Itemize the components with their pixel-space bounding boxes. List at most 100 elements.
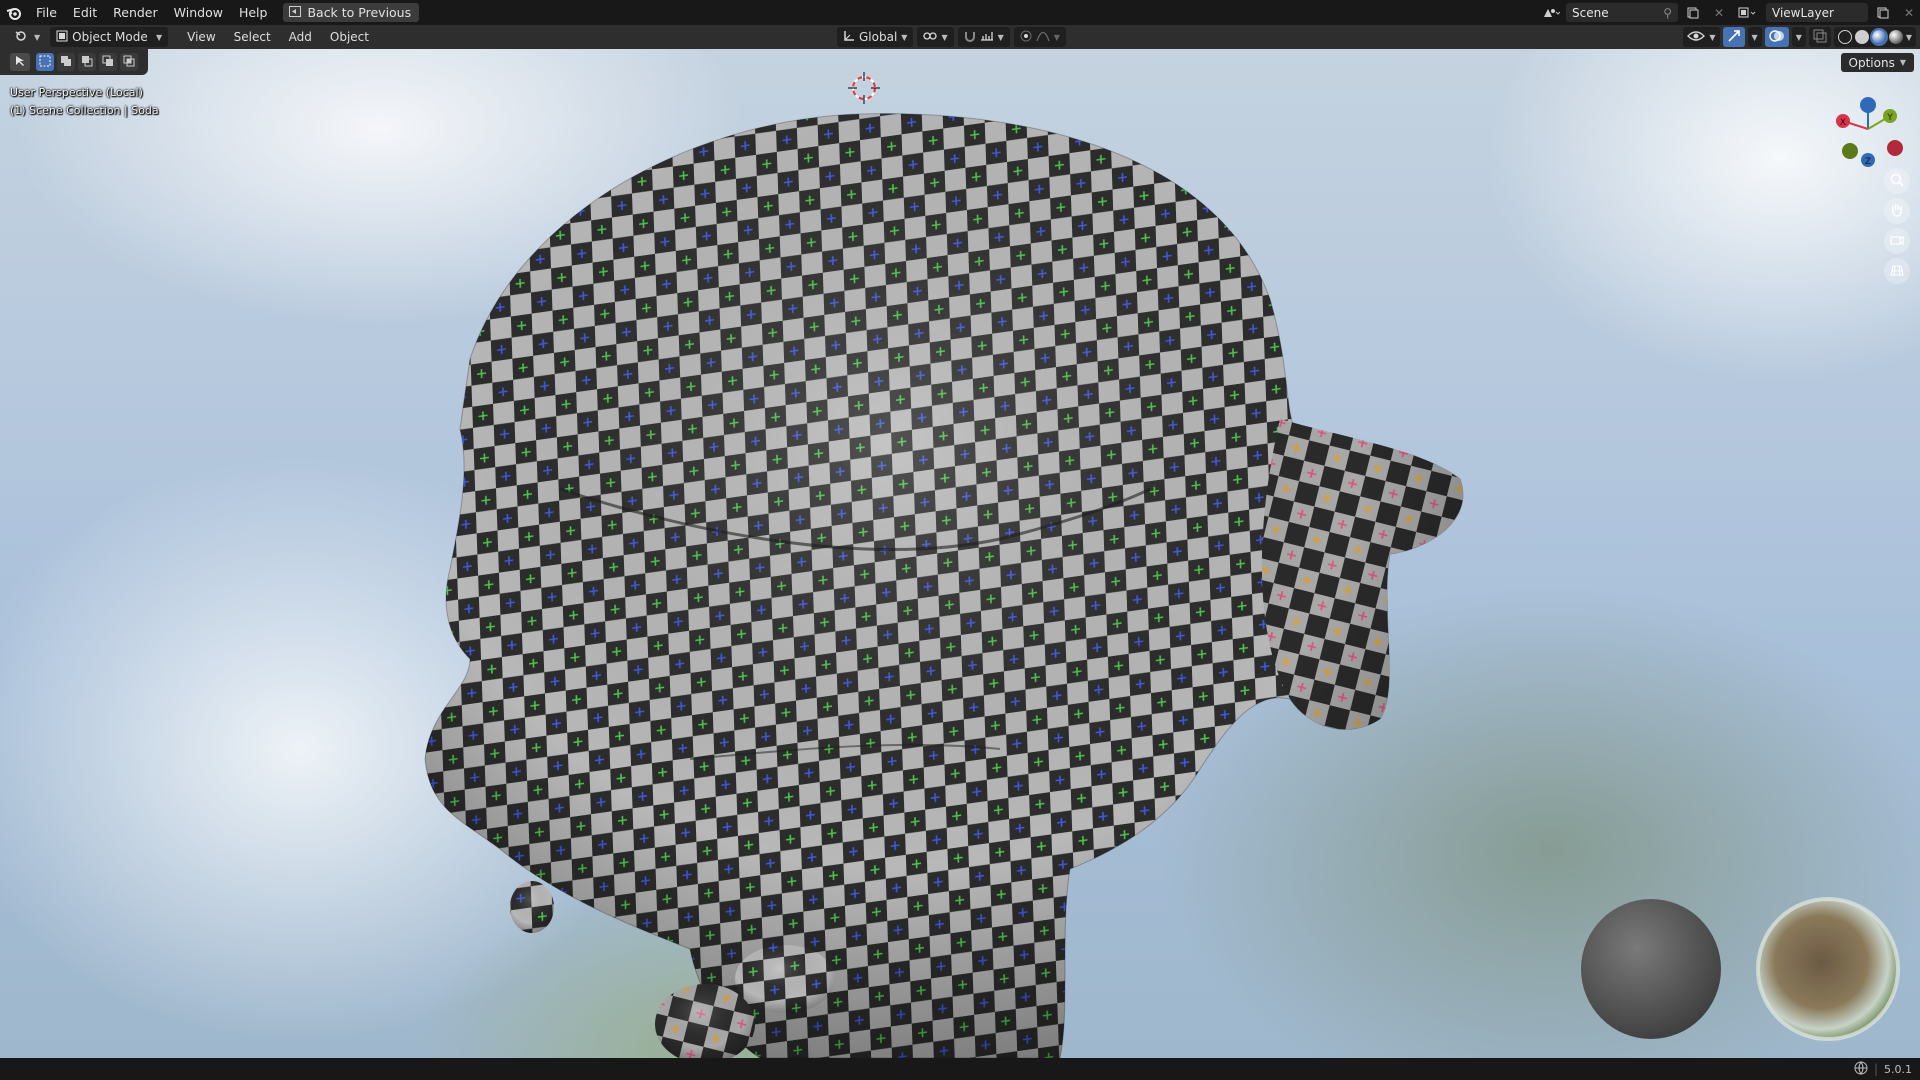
menu-object[interactable]: Object — [321, 30, 378, 44]
menu-render[interactable]: Render — [105, 0, 166, 25]
viewport-header: ▼ Object Mode ▼ View Select Add Object G… — [0, 25, 1920, 49]
screen-back-icon — [289, 5, 302, 20]
overlays-icon — [1768, 29, 1785, 46]
camera-view-button[interactable] — [1884, 228, 1910, 254]
top-right-controls: Scene ⚲ ✕ ViewLayer ✕ — [1540, 0, 1920, 25]
select-intersect-icon — [123, 55, 135, 70]
chevron-down-icon[interactable]: ▼ — [1906, 33, 1912, 42]
blender-logo-icon[interactable] — [0, 0, 28, 25]
select-new-button[interactable] — [36, 53, 54, 71]
perspective-toggle-button[interactable] — [1884, 258, 1910, 284]
center-header-tools: Global ▼ ▼ ▼ ▼ — [837, 27, 1066, 47]
scene-field[interactable]: Scene ⚲ — [1566, 3, 1678, 22]
gizmo-toggle-button[interactable] — [1722, 27, 1745, 47]
pivot-link-icon — [923, 30, 938, 45]
new-scene-icon[interactable] — [1682, 3, 1704, 22]
object-visibility-dropdown[interactable]: ▼ — [1683, 27, 1720, 47]
overlays-toggle-button[interactable] — [1764, 27, 1789, 47]
menu-add[interactable]: Add — [280, 30, 321, 44]
right-header-tools: ▼ ▼ ▼ ▼ — [1683, 27, 1916, 47]
options-label: Options — [1848, 55, 1895, 70]
falloff-curve-icon[interactable] — [1036, 30, 1050, 45]
delete-view-layer-icon[interactable]: ✕ — [1898, 3, 1920, 22]
delete-scene-icon[interactable]: ✕ — [1708, 3, 1730, 22]
menu-window[interactable]: Window — [166, 0, 231, 25]
selection-mode-buttons — [36, 53, 138, 71]
gizmo-z-negative[interactable] — [1860, 97, 1876, 113]
cursor-arrow-icon — [15, 55, 25, 70]
select-subtract-button[interactable] — [78, 53, 96, 71]
menu-select[interactable]: Select — [225, 30, 280, 44]
chevron-down-icon: ▼ — [1709, 32, 1716, 42]
menu-help[interactable]: Help — [231, 0, 276, 25]
scene-name: Scene — [1572, 5, 1609, 20]
shading-mode-buttons[interactable]: ▼ — [1833, 27, 1916, 47]
overlays-options-dropdown[interactable]: ▼ — [1791, 27, 1806, 47]
orientation-axes-icon — [843, 30, 855, 45]
view-layer-selector-icon[interactable] — [1734, 3, 1762, 22]
snap-magnet-icon[interactable] — [964, 30, 976, 45]
viewport-tool-header — [0, 49, 148, 75]
small-blob-object[interactable] — [510, 881, 554, 933]
editor-type-button[interactable]: ▼ — [8, 27, 46, 47]
chevron-down-icon: ▼ — [941, 32, 948, 42]
viewport-scene — [424, 72, 1900, 1058]
menu-view[interactable]: View — [178, 30, 224, 44]
gizmo-x-label: X — [1840, 118, 1846, 128]
wireframe-shading-icon[interactable] — [1837, 30, 1852, 44]
3d-viewport[interactable]: Y X Z — [0, 49, 1920, 1058]
back-to-previous-label: Back to Previous — [307, 5, 412, 20]
gizmo-y-negative[interactable] — [1842, 143, 1858, 159]
xray-toggle-button[interactable] — [1808, 27, 1831, 47]
view-layer-name: ViewLayer — [1772, 5, 1834, 20]
select-extend-button[interactable] — [57, 53, 75, 71]
zoom-button[interactable] — [1884, 168, 1910, 194]
back-to-previous-button[interactable]: Back to Previous — [283, 3, 420, 22]
transform-orientation-dropdown[interactable]: Global ▼ — [837, 27, 914, 47]
grid-icon — [1890, 263, 1904, 280]
select-subtract-icon — [81, 55, 93, 70]
pivot-point-dropdown[interactable]: ▼ — [917, 27, 954, 47]
pan-button[interactable] — [1884, 198, 1910, 224]
chevron-down-icon: ▼ — [34, 32, 41, 42]
checker-mesh-object[interactable] — [424, 113, 1464, 1058]
network-globe-icon[interactable] — [1854, 1061, 1868, 1078]
transform-orientation-label: Global — [859, 30, 898, 44]
camera-icon — [1890, 233, 1904, 250]
select-intersect-button[interactable] — [120, 53, 138, 71]
mode-dropdown[interactable]: Object Mode ▼ — [50, 27, 169, 47]
select-invert-icon — [102, 55, 114, 70]
status-bar: | 5.0.1 — [0, 1058, 1920, 1080]
select-invert-button[interactable] — [99, 53, 117, 71]
menu-edit[interactable]: Edit — [65, 0, 105, 25]
chevron-down-icon: ▼ — [1053, 32, 1060, 42]
material-preview-shading-icon[interactable] — [1869, 28, 1888, 46]
gizmo-options-dropdown[interactable]: ▼ — [1747, 27, 1762, 47]
gizmo-x-negative[interactable] — [1887, 140, 1903, 156]
new-view-layer-icon[interactable] — [1872, 3, 1894, 22]
proportional-editing-controls[interactable]: ▼ — [1013, 27, 1066, 47]
select-new-icon — [39, 55, 51, 70]
select-tool-button[interactable] — [10, 53, 30, 71]
object-mode-icon — [56, 30, 68, 45]
snapping-controls[interactable]: ▼ — [957, 27, 1010, 47]
status-divider: | — [1873, 1062, 1878, 1076]
mode-label: Object Mode — [72, 30, 148, 44]
3d-cursor-icon[interactable] — [848, 72, 880, 104]
editor-3d-view-icon — [14, 29, 30, 45]
select-extend-icon — [60, 55, 72, 70]
solid-shading-icon[interactable] — [1854, 30, 1869, 44]
options-dropdown[interactable]: Options ▼ — [1840, 53, 1914, 72]
rendered-shading-icon[interactable] — [1888, 30, 1903, 44]
chevron-down-icon: ▼ — [901, 32, 908, 42]
scene-selector-icon[interactable] — [1540, 3, 1562, 22]
pin-icon[interactable]: ⚲ — [1663, 6, 1672, 20]
chevron-down-icon: ▼ — [997, 32, 1004, 42]
material-preview-sphere — [1581, 899, 1721, 1039]
view-layer-field[interactable]: ViewLayer — [1766, 3, 1868, 22]
snap-increment-icon[interactable] — [980, 30, 994, 45]
menu-file[interactable]: File — [28, 0, 65, 25]
gizmo-y-label: Y — [1886, 113, 1893, 123]
navigation-gizmo[interactable]: Y X Z — [1828, 93, 1908, 173]
proportional-edit-icon[interactable] — [1020, 30, 1032, 45]
